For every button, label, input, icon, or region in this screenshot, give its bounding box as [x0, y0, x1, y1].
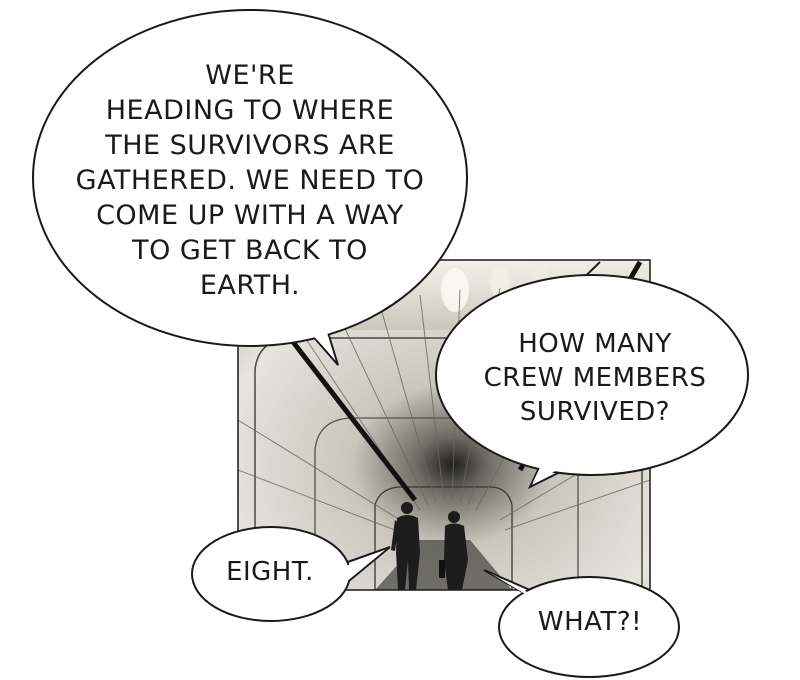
speech-line: COME UP WITH A WAY [96, 200, 404, 231]
speech-line: GATHERED. WE NEED TO [75, 165, 425, 196]
speech-text-heading: WE'RE HEADING TO WHERE THE SURVIVORS ARE… [60, 58, 440, 303]
speech-line: TO GET BACK TO [132, 235, 368, 266]
speech-text-crew: HOW MANY CREW MEMBERS SURVIVED? [455, 327, 735, 429]
speech-text-what: WHAT?! [505, 605, 675, 640]
speech-line: THE SURVIVORS ARE [105, 130, 395, 161]
speech-line: WHAT?! [537, 607, 643, 637]
speech-line: EARTH. [199, 270, 301, 301]
speech-line: EIGHT. [226, 557, 314, 587]
speech-line: HOW MANY [518, 329, 672, 359]
speech-line: SURVIVED? [519, 397, 671, 427]
speech-line: HEADING TO WHERE [105, 95, 395, 126]
speech-line: CREW MEMBERS [483, 363, 707, 393]
speech-line: WE'RE [205, 60, 295, 91]
speech-text-eight: EIGHT. [200, 555, 340, 590]
